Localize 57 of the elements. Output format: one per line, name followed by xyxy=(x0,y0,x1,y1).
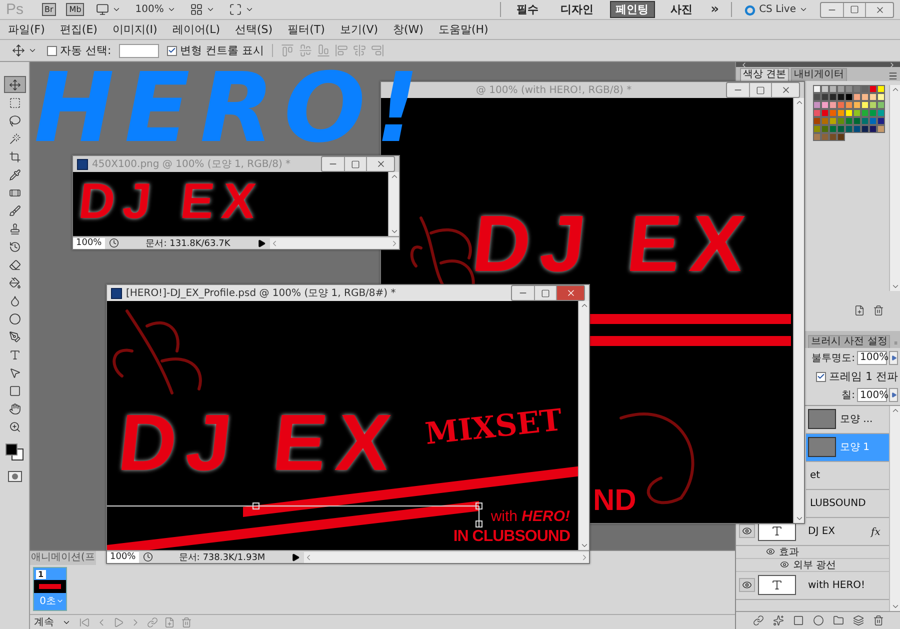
zoom-dropdown[interactable]: 100% xyxy=(133,1,178,18)
window-title: [HERO!]-DJ_EX_Profile.psd @ 100% (모양 1, RGB/8#) * xyxy=(126,287,397,300)
animation-frame[interactable]: 1 0초 xyxy=(33,567,67,611)
credit-text: with HERO! xyxy=(490,509,570,524)
effects-label: fx xyxy=(871,526,880,538)
menu-item[interactable]: 선택(S) xyxy=(235,22,273,37)
mini-bridge-button[interactable]: Mb xyxy=(66,3,84,16)
menu-item[interactable]: 보기(V) xyxy=(340,22,378,37)
logo-text: DJ EX xyxy=(469,210,758,278)
menu-item[interactable]: 도움말(H) xyxy=(438,22,488,37)
document-info: 문서: 738.3K/1.93M xyxy=(178,552,266,564)
panel-tab[interactable]: 내비게이터 xyxy=(791,68,848,81)
more-workspaces-button[interactable]: » xyxy=(708,1,722,18)
bridge-button[interactable]: Br xyxy=(42,3,56,16)
menu-item[interactable]: 편집(E) xyxy=(60,22,98,37)
window-title: @ 100% (with HERO!, RGB/8) * xyxy=(476,84,633,96)
opacity-field[interactable]: 100% xyxy=(857,350,887,364)
layer-name: with HERO! xyxy=(807,580,866,590)
window-title-bar[interactable]: [HERO!]-DJ_EX_Profile.psd @ 100% (모양 1, RGB/8#) * xyxy=(107,285,589,301)
menu-item[interactable]: 창(W) xyxy=(393,22,424,37)
layer-name: 모양 1 xyxy=(839,441,871,454)
layer-name: 모양 ... xyxy=(839,413,874,426)
menu-item[interactable]: 이미지(I) xyxy=(112,22,158,37)
zoom-field[interactable]: 100% xyxy=(107,552,139,562)
layer-name: DJ EX xyxy=(807,526,836,536)
menu-item[interactable]: 파일(F) xyxy=(8,22,45,37)
document-info: 문서: 131.8K/63.7K xyxy=(144,238,232,250)
layer-row[interactable]: with HERO! xyxy=(736,572,889,600)
effect-name: 외부 광선 xyxy=(793,558,836,572)
menu-item[interactable]: 필터(T) xyxy=(288,22,325,37)
zoom-field[interactable]: 100% xyxy=(73,238,105,248)
cs-live-button[interactable]: CS Live xyxy=(742,1,810,18)
panel-tab[interactable]: 애니메이션(프 xyxy=(30,551,96,565)
propagate-frame-checkbox[interactable]: 프레임 1 전파 xyxy=(816,369,898,384)
layer-row[interactable]: et xyxy=(806,462,889,490)
layer-name: LUBSOUND xyxy=(809,498,867,508)
layer-row[interactable]: LUBSOUND xyxy=(806,490,889,518)
opacity-label: 불투명도: xyxy=(812,352,855,364)
layer-name: et xyxy=(809,470,822,480)
fill-field[interactable]: 100% xyxy=(857,388,887,402)
loop-dropdown[interactable]: 계속 xyxy=(32,615,73,629)
logo-text: DJ EX xyxy=(76,180,266,222)
venue-text: IN CLUBSOUND xyxy=(453,529,570,545)
workspace-button[interactable]: 필수 xyxy=(510,1,545,18)
frame-number: 1 xyxy=(36,570,46,579)
menu-item[interactable]: 레이어(L) xyxy=(172,22,220,37)
fill-label: 칠: xyxy=(842,389,855,402)
app-logo: Ps xyxy=(6,1,24,18)
workspace-button[interactable]: 페인팅 xyxy=(610,1,655,18)
effects-label: 효과 xyxy=(779,546,799,558)
artwork-text: ND xyxy=(593,486,636,516)
panel-tab[interactable]: 색상 견본 xyxy=(740,68,790,81)
logo-text: DJ EX xyxy=(115,409,404,477)
workspace-button[interactable]: 디자인 xyxy=(554,1,600,18)
workspace-button[interactable]: 사진 xyxy=(664,1,699,18)
subtitle-text: MIXSET xyxy=(424,406,564,450)
panel-tab[interactable]: 브러시 사전 설정 xyxy=(808,334,890,348)
